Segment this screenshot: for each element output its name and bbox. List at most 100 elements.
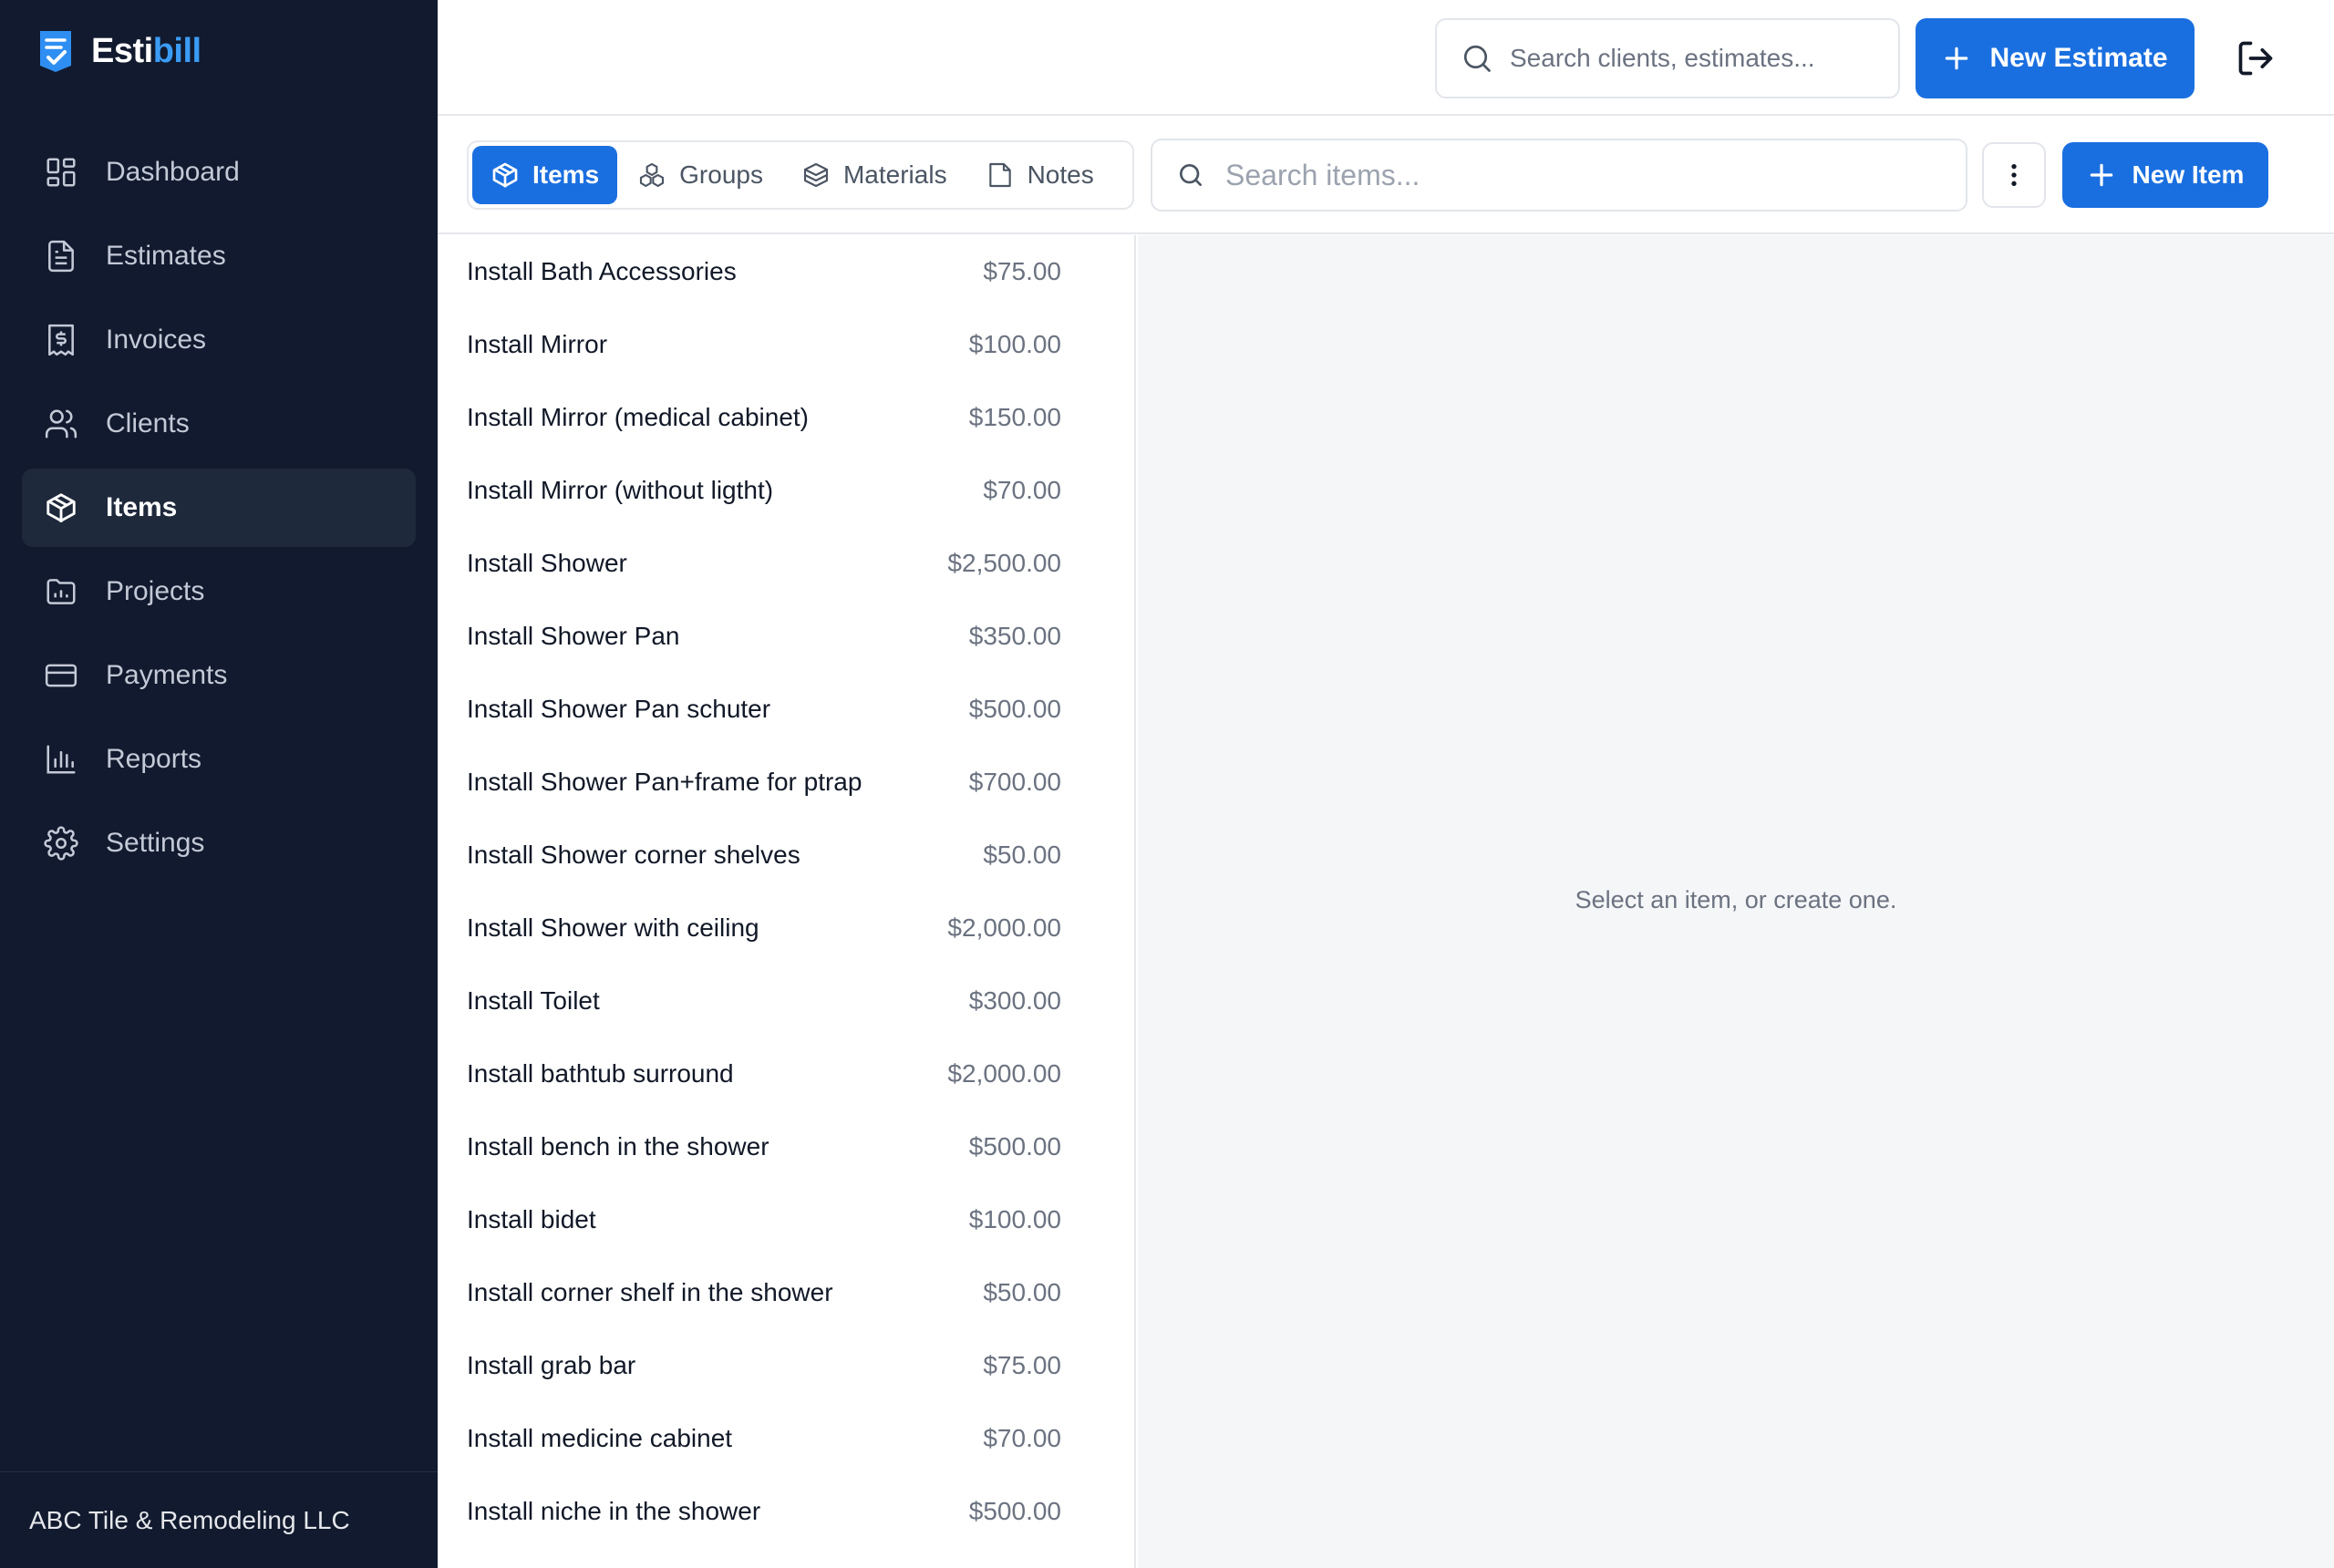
item-price: $70.00 [983, 476, 1061, 504]
list-item[interactable]: Install Mirror (medical cabinet) $150.00 [438, 381, 1134, 454]
item-name: Install corner shelf in the shower [467, 1278, 833, 1306]
invoice-icon [48, 324, 74, 356]
list-item[interactable]: Install bathtub surround $2,000.00 [438, 1037, 1134, 1110]
item-search[interactable] [1151, 139, 1967, 211]
layers-box-icon [803, 162, 829, 188]
credit-card-icon [45, 664, 77, 687]
item-search-input[interactable] [1225, 158, 1955, 192]
sidebar-item-label: Clients [106, 408, 190, 438]
item-price: $300.00 [968, 986, 1061, 1015]
tab-label: Notes [1027, 160, 1094, 189]
sidebar-item-label: Dashboard [106, 157, 240, 187]
item-price: $500.00 [968, 695, 1061, 723]
search-icon [1463, 45, 1491, 72]
sidebar-item-estimates[interactable]: Estimates [22, 217, 416, 295]
tab-label: Materials [842, 160, 947, 189]
box-icon [46, 493, 76, 522]
company-name[interactable]: ABC Tile & Remodeling LLC [0, 1471, 438, 1568]
list-item[interactable]: Install medicine cabinet $70.00 [438, 1402, 1134, 1475]
tab-label: Items [532, 160, 600, 189]
item-name: Install Shower corner shelves [467, 841, 800, 869]
item-name: Install Shower Pan [467, 622, 680, 650]
list-item[interactable]: Install bench in the shower $500.00 [438, 1110, 1134, 1183]
plus-icon [2090, 163, 2112, 187]
item-price: $75.00 [983, 257, 1061, 285]
logout-icon [2238, 41, 2273, 76]
more-options-button[interactable] [1982, 142, 2046, 208]
estibill-logo-icon [40, 31, 71, 72]
item-price: $2,000.00 [947, 913, 1061, 942]
sidebar-item-settings[interactable]: Settings [22, 804, 416, 882]
logout-button[interactable] [2232, 35, 2279, 82]
new-item-label: New Item [2132, 160, 2245, 189]
tab-label: Groups [679, 160, 763, 189]
sidebar-item-items[interactable]: Items [22, 469, 416, 547]
tab-notes[interactable]: Notes [967, 146, 1112, 204]
gear-icon [44, 826, 78, 861]
item-name: Install bidet [467, 1205, 596, 1233]
item-price: $150.00 [968, 403, 1061, 431]
list-item[interactable]: Install Mirror (without ligtht) $70.00 [438, 454, 1134, 527]
list-item[interactable]: Install niche in the shower $500.00 [438, 1475, 1134, 1548]
sidebar-item-dashboard[interactable]: Dashboard [22, 133, 416, 211]
note-icon [988, 162, 1011, 188]
list-item[interactable]: Install corner shelf in the shower $50.00 [438, 1256, 1134, 1329]
list-item[interactable]: Install Shower corner shelves $50.00 [438, 819, 1134, 892]
item-price: $50.00 [983, 1278, 1061, 1306]
item-name: Install bench in the shower [467, 1132, 769, 1161]
new-estimate-button[interactable]: New Estimate [1916, 18, 2195, 98]
list-item[interactable]: Install Shower $2,500.00 [438, 527, 1134, 600]
item-name: Install Mirror [467, 330, 608, 358]
list-item[interactable]: Install Shower Pan schuter $500.00 [438, 673, 1134, 746]
list-item[interactable]: Install Shower Pan+frame for ptrap $700.0… [438, 746, 1134, 819]
item-price: $70.00 [983, 1424, 1061, 1452]
items-toolbar: Items Groups Materials Notes New Item [438, 118, 2334, 234]
sidebar-item-label: Payments [106, 660, 228, 690]
bar-chart-icon [46, 745, 76, 774]
users-icon [45, 409, 77, 438]
tab-materials[interactable]: Materials [783, 146, 966, 204]
tab-group: Items Groups Materials Notes [467, 140, 1134, 210]
app-logo[interactable]: Estibill [36, 29, 201, 73]
tab-items[interactable]: Items [472, 146, 618, 204]
global-search[interactable] [1435, 18, 1900, 98]
item-name: Install Shower with ceiling [467, 913, 759, 942]
document-icon [48, 240, 74, 273]
sidebar-nav: Dashboard Estimates Invoices Clients Ite… [22, 133, 416, 888]
item-price: $2,500.00 [947, 549, 1061, 577]
item-price: $100.00 [968, 1205, 1061, 1233]
list-item[interactable]: Install Toilet $300.00 [438, 965, 1134, 1037]
new-item-button[interactable]: New Item [2062, 142, 2268, 208]
item-name: Install niche in the shower [467, 1497, 761, 1525]
item-name: Install grab bar [467, 1351, 636, 1379]
box-icon [492, 162, 518, 188]
global-search-input[interactable] [1510, 44, 1874, 73]
sidebar-item-reports[interactable]: Reports [22, 720, 416, 799]
list-item[interactable]: Install Shower Pan $350.00 [438, 600, 1134, 673]
sidebar-item-clients[interactable]: Clients [22, 385, 416, 463]
list-item[interactable]: Install Mirror $100.00 [438, 308, 1134, 381]
app-name: Estibill [91, 31, 201, 70]
sidebar-item-label: Reports [106, 744, 202, 774]
search-icon [1180, 164, 1202, 186]
item-name: Install Shower [467, 549, 627, 577]
tab-groups[interactable]: Groups [619, 146, 781, 204]
sidebar-item-label: Estimates [106, 241, 226, 271]
item-price: $700.00 [968, 768, 1061, 796]
new-estimate-label: New Estimate [1989, 43, 2168, 73]
sidebar-item-invoices[interactable]: Invoices [22, 301, 416, 379]
list-item[interactable]: Install bidet $100.00 [438, 1183, 1134, 1256]
sidebar-item-payments[interactable]: Payments [22, 636, 416, 715]
item-name: Install medicine cabinet [467, 1424, 733, 1452]
list-item[interactable]: Install grab bar $75.00 [438, 1329, 1134, 1402]
item-name: Install Shower Pan schuter [467, 695, 771, 723]
dashboard-icon [46, 158, 76, 187]
sidebar-item-label: Settings [106, 828, 205, 858]
boxes-icon [640, 162, 665, 188]
item-name: Install Mirror (without ligtht) [467, 476, 774, 504]
sidebar-item-label: Items [106, 492, 178, 522]
list-item[interactable]: Install Bath Accessories $75.00 [438, 235, 1134, 308]
list-item[interactable]: Install Shower with ceiling $2,000.00 [438, 892, 1134, 965]
vertical-dots-icon [2011, 164, 2017, 186]
sidebar-item-projects[interactable]: Projects [22, 552, 416, 631]
